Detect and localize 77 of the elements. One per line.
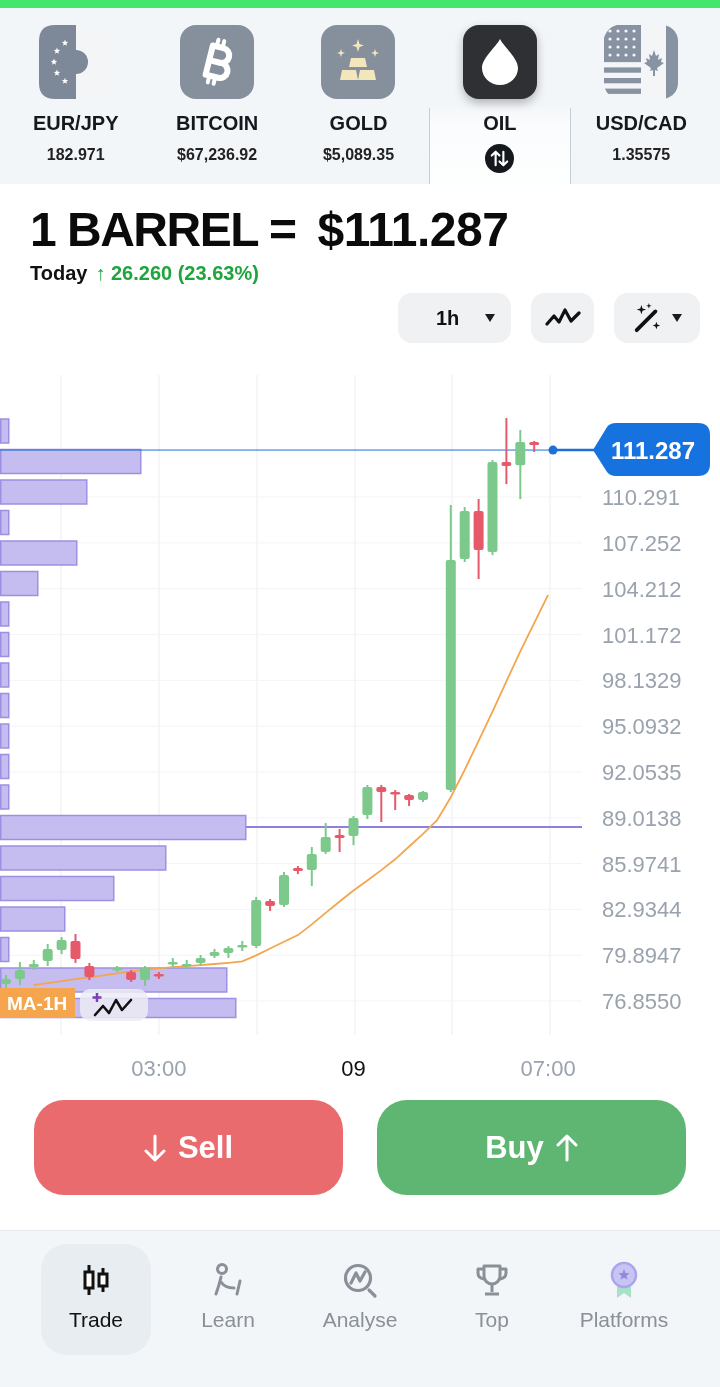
candle bbox=[362, 783, 373, 820]
candle bbox=[251, 895, 262, 950]
price-axis-label: 101.172 bbox=[602, 622, 682, 648]
swap-icon bbox=[485, 144, 515, 173]
price-axis-label: 79.8947 bbox=[602, 943, 682, 969]
bullion-icon bbox=[321, 25, 396, 99]
candle bbox=[501, 417, 512, 486]
period-label: Today bbox=[30, 261, 88, 286]
candle bbox=[348, 815, 359, 847]
candle bbox=[320, 822, 331, 855]
current-price-tag: 111.287 bbox=[593, 423, 710, 477]
candle bbox=[14, 961, 25, 986]
caret-icon bbox=[672, 314, 682, 322]
magic-wand-icon bbox=[632, 303, 662, 333]
price-axis-label: 85.9741 bbox=[602, 851, 682, 877]
interval-dropdown[interactable]: 1h bbox=[398, 293, 511, 343]
time-axis-label: 03:00 bbox=[131, 1056, 187, 1081]
candle bbox=[195, 953, 206, 967]
zigzag-icon bbox=[91, 991, 133, 1017]
candle bbox=[404, 793, 415, 808]
candle bbox=[306, 846, 317, 888]
time-axis-label: 07:00 bbox=[520, 1056, 576, 1081]
candle bbox=[28, 958, 39, 972]
candle bbox=[459, 506, 470, 564]
candle bbox=[237, 939, 248, 953]
candle bbox=[515, 429, 526, 501]
price-axis-label: 76.8550 bbox=[602, 989, 682, 1014]
candle bbox=[376, 783, 387, 824]
price-axis-label: 107.252 bbox=[602, 530, 682, 556]
zigzag-icon bbox=[544, 307, 581, 329]
asset-tab[interactable]: EUR/JPY 182.971 bbox=[5, 8, 147, 184]
bitcoin-icon bbox=[180, 25, 255, 99]
price-axis-label: 92.0535 bbox=[602, 759, 682, 785]
series-label: MA-1H bbox=[7, 993, 68, 1014]
candle bbox=[84, 961, 95, 981]
drawing-tools-button[interactable] bbox=[614, 293, 700, 343]
candle bbox=[153, 971, 164, 980]
candle bbox=[56, 936, 67, 956]
price-axis-label: 89.0138 bbox=[602, 805, 682, 831]
price-axis-label: 95.0932 bbox=[602, 714, 682, 740]
candle bbox=[265, 898, 276, 912]
candle bbox=[418, 790, 428, 803]
asset-tab[interactable]: BITCOIN $67,236.92 bbox=[146, 8, 288, 184]
candle bbox=[42, 942, 53, 967]
price-marker-icon bbox=[548, 445, 558, 455]
candle bbox=[181, 958, 192, 970]
price-axis-label: 104.212 bbox=[602, 576, 682, 602]
candle bbox=[279, 871, 289, 909]
candle bbox=[209, 947, 220, 959]
split-flag-icon bbox=[604, 25, 679, 99]
nav-tab[interactable]: Trade bbox=[41, 1244, 151, 1355]
indicator-label: MA-1H bbox=[0, 988, 75, 1018]
candle bbox=[140, 964, 150, 987]
price-axis-label: 110.291 bbox=[602, 485, 680, 511]
indicator-button[interactable] bbox=[80, 989, 148, 1021]
price-change: ↑ 26.260 (23.63%) bbox=[95, 261, 259, 286]
asset-tab[interactable]: USD/CAD 1.35575 bbox=[570, 8, 712, 184]
caret-icon bbox=[485, 314, 495, 322]
price-value: $111.287 bbox=[317, 202, 509, 258]
drop-icon bbox=[462, 25, 537, 99]
price-axis-label: 82.9344 bbox=[602, 897, 682, 923]
candle bbox=[223, 945, 234, 959]
candle bbox=[126, 969, 137, 983]
candle bbox=[70, 933, 81, 964]
unit-label: 1 BARREL = bbox=[30, 202, 296, 258]
indicators-button[interactable] bbox=[531, 293, 594, 343]
arrow-up-icon bbox=[555, 1132, 578, 1163]
time-axis-label: 09 bbox=[341, 1056, 366, 1081]
candle bbox=[334, 827, 345, 854]
arrow-down-icon bbox=[143, 1132, 166, 1163]
candle bbox=[529, 440, 540, 453]
candle bbox=[112, 964, 123, 973]
candle bbox=[167, 957, 178, 969]
asset-tab[interactable]: GOLD $5,089.35 bbox=[287, 8, 430, 184]
price-axis-label: 98.1329 bbox=[602, 668, 682, 694]
candle bbox=[390, 789, 401, 811]
candle bbox=[292, 865, 303, 876]
